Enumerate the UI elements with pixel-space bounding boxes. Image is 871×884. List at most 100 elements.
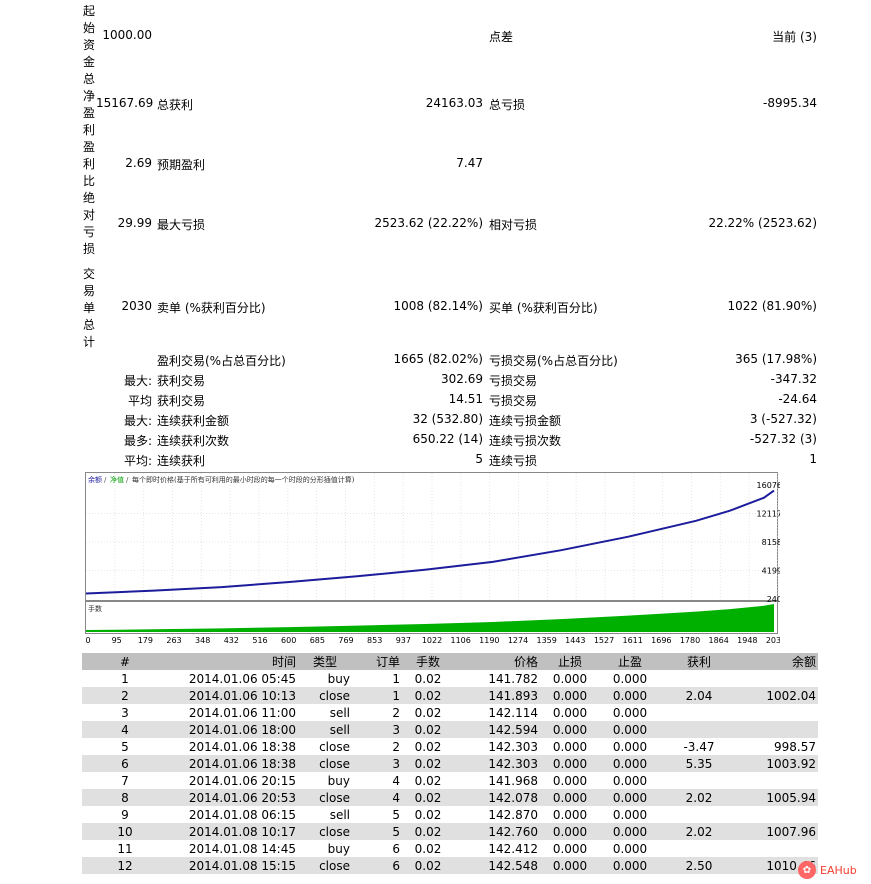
table-cell: 1007.96 xyxy=(738,823,818,840)
table-cell: 0.000 xyxy=(552,705,588,720)
stats-value-right: 1 xyxy=(809,452,817,466)
table-cell xyxy=(660,704,738,721)
table-cell: 2014.01.06 18:38 xyxy=(188,739,296,754)
table-cell xyxy=(738,721,818,738)
x-tick-label: 937 xyxy=(396,636,411,645)
table-cell: 141.968 xyxy=(488,773,538,788)
table-cell: 0.000 xyxy=(540,789,600,806)
label-relative-drawdown: 相对亏损 xyxy=(489,218,538,232)
table-cell: 142.870 xyxy=(488,807,538,822)
table-row: 3 2014.01.06 11:00 sell 2 0.02 142.114 0.000 0.… xyxy=(82,704,818,721)
stats-prefix: 平均 xyxy=(127,394,152,408)
table-cell: 0.000 xyxy=(612,807,648,822)
column-header: 手数 xyxy=(402,653,454,670)
table-cell: 5.35 xyxy=(660,755,738,772)
x-tick-label: 1780 xyxy=(680,636,700,645)
x-tick-label: 600 xyxy=(281,636,296,645)
table-cell: sell xyxy=(298,721,352,738)
value-maximal-drawdown: 2523.62 (22.22%) xyxy=(374,216,483,230)
label-spread: 点差 xyxy=(489,30,514,44)
table-cell: -3.47 xyxy=(683,739,715,754)
x-tick-label: 263 xyxy=(166,636,181,645)
table-cell: 0.02 xyxy=(402,755,454,772)
table-cell: 2.04 xyxy=(660,687,738,704)
column-header: # xyxy=(82,653,168,670)
table-cell: 142.303 xyxy=(488,739,538,754)
table-cell: 0.000 xyxy=(612,841,648,856)
table-cell xyxy=(738,704,818,721)
label-initial-deposit: 起始资金 xyxy=(82,4,95,69)
table-cell: 0.000 xyxy=(552,841,588,856)
label-long-positions: 买单 (%获利百分比) xyxy=(489,301,598,315)
x-tick-label: 1359 xyxy=(536,636,556,645)
balance-chart: 余额 / 净值 / 每个即时价格(基于所有可利用的最小时段的每一个时段的分形插值… xyxy=(85,472,780,645)
column-header: 时间 xyxy=(168,653,298,670)
table-cell: 2014.01.06 18:38 xyxy=(168,755,298,772)
table-cell xyxy=(738,806,818,823)
x-tick-label: 1274 xyxy=(508,636,528,645)
table-cell xyxy=(660,670,738,687)
table-cell: 1002.04 xyxy=(738,687,818,704)
table-cell: 5 xyxy=(352,823,402,840)
stats-label-right: 亏损交易(%占总百分比) xyxy=(489,354,618,368)
y-tick-label: 4199 xyxy=(762,567,780,576)
table-cell xyxy=(660,772,738,789)
watermark-text: EAHub xyxy=(820,863,857,877)
x-tick-label: 0 xyxy=(85,636,90,645)
table-cell: close xyxy=(298,789,352,806)
label-maximal-drawdown: 最大亏损 xyxy=(157,218,206,232)
eahub-logo-icon: ✿ xyxy=(798,861,816,879)
stats-label-left: 连续获利次数 xyxy=(157,434,230,448)
table-cell: 5 xyxy=(121,739,129,754)
y-tick-label: 12117 xyxy=(757,510,780,519)
stats-label-right: 亏损交易 xyxy=(489,394,538,408)
x-tick-label: 95 xyxy=(112,636,122,645)
table-cell: close xyxy=(298,823,352,840)
y-tick-label: 8158 xyxy=(762,538,780,547)
table-cell: close xyxy=(298,755,352,772)
table-cell: 1005.94 xyxy=(738,789,818,806)
x-tick-label: 1443 xyxy=(565,636,585,645)
table-row: 11 2014.01.08 14:45 buy 6 0.02 142.412 0.000 0.… xyxy=(82,840,818,857)
table-cell: 0.02 xyxy=(402,687,454,704)
stats-prefix: 平均: xyxy=(123,454,152,468)
table-cell: 2014.01.06 10:13 xyxy=(168,687,298,704)
table-cell: 1003.92 xyxy=(738,755,818,772)
table-cell: buy xyxy=(327,671,350,686)
stats-prefix: 最多: xyxy=(123,434,152,448)
table-cell: 0.000 xyxy=(600,857,660,874)
table-cell: 142.548 xyxy=(454,857,540,874)
table-cell: 2014.01.08 15:15 xyxy=(168,857,298,874)
stats-label-right: 连续亏损 xyxy=(489,454,538,468)
label-gross-loss: 总亏损 xyxy=(489,98,526,112)
x-tick-label: 1948 xyxy=(737,636,757,645)
table-row: 1 2014.01.06 05:45 buy 1 0.02 141.782 0.000 0.0… xyxy=(82,670,818,687)
label-expected-payoff: 预期盈利 xyxy=(157,158,206,172)
table-cell: 2 xyxy=(392,705,400,720)
table-cell: 6 xyxy=(82,755,168,772)
value-expected-payoff: 7.47 xyxy=(456,156,483,170)
x-tick-label: 1022 xyxy=(422,636,442,645)
legend-note: 每个即时价格(基于所有可利用的最小时段的每一个时段的分形插值计算) xyxy=(132,475,355,484)
value-relative-drawdown: 22.22% (2523.62) xyxy=(708,216,817,230)
table-cell: 141.893 xyxy=(454,687,540,704)
stats-value-right: 365 (17.98%) xyxy=(735,352,817,366)
stats-label-left: 连续获利 xyxy=(157,454,206,468)
table-cell: 3 xyxy=(121,705,129,720)
stats-value-right: -347.32 xyxy=(770,372,817,386)
table-row: 12 2014.01.08 15:15 close 6 0.02 142.548 0.000… xyxy=(82,857,818,874)
stats-label-right: 连续亏损次数 xyxy=(489,434,562,448)
table-cell: 0.000 xyxy=(540,721,600,738)
table-cell: 12 xyxy=(82,857,168,874)
table-cell: 0.000 xyxy=(540,755,600,772)
table-cell: 1 xyxy=(121,671,129,686)
table-cell: 2.02 xyxy=(660,789,738,806)
column-header: 止盈 xyxy=(600,653,660,670)
table-cell: 0.000 xyxy=(600,789,660,806)
x-tick-label: 432 xyxy=(224,636,239,645)
table-cell: 0.000 xyxy=(552,807,588,822)
table-cell: 2 xyxy=(82,687,168,704)
x-tick-label: 179 xyxy=(138,636,153,645)
table-cell: close xyxy=(319,739,350,754)
label-gross-profit: 总获利 xyxy=(157,98,194,112)
